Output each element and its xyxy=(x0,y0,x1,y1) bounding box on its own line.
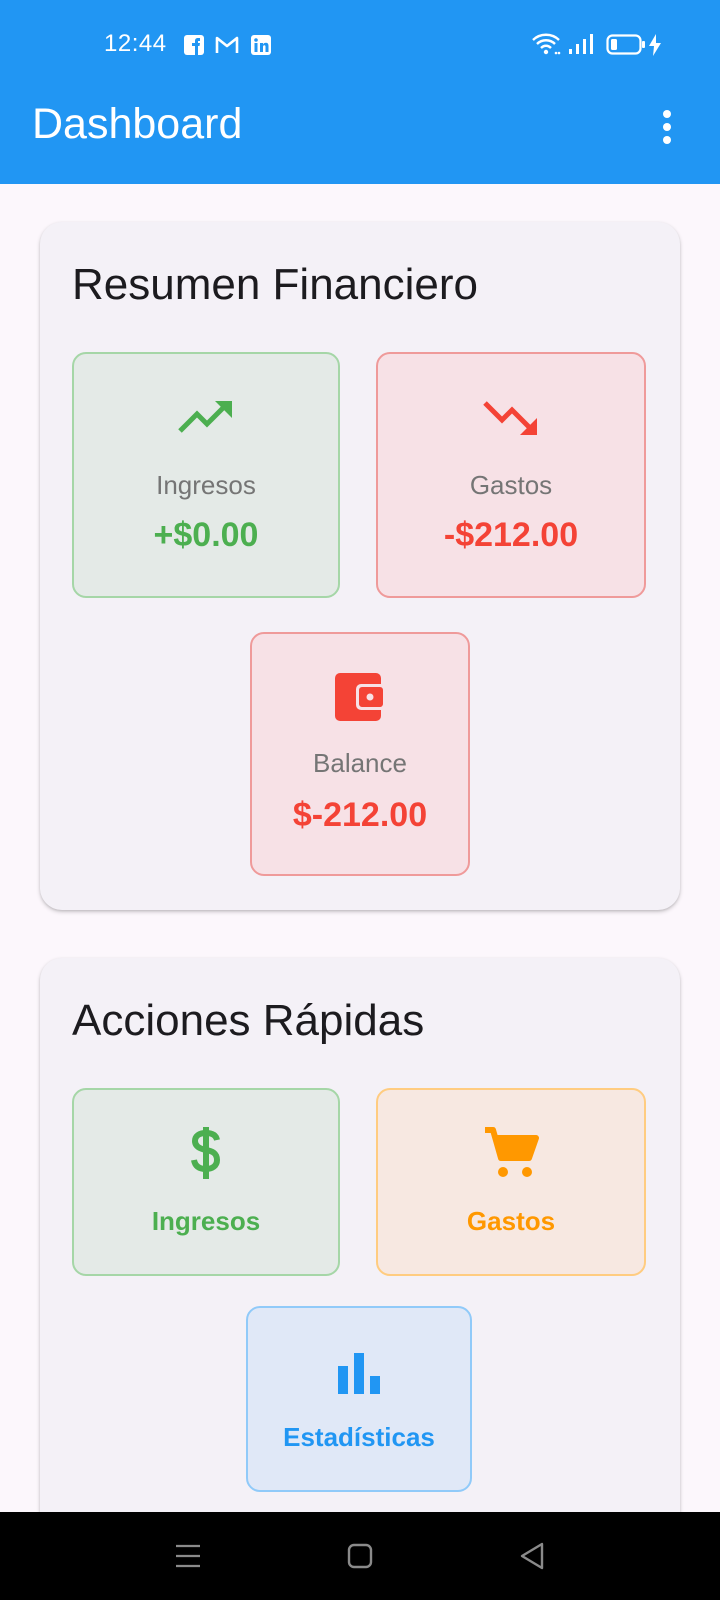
wallet-icon xyxy=(335,673,386,721)
balance-value: $-212.00 xyxy=(292,796,428,834)
signal-icon xyxy=(569,34,593,54)
expenses-value: -$212.00 xyxy=(443,516,579,554)
gmail-icon xyxy=(215,36,239,53)
wifi-icon xyxy=(532,33,561,55)
summary-title: Resumen Financiero xyxy=(72,260,478,309)
add-income-button[interactable]: Ingresos xyxy=(72,1088,340,1276)
expenses-summary-tile: Gastos -$212.00 xyxy=(376,352,646,598)
top-bar: 12:44 Dashboard xyxy=(0,0,720,184)
back-icon[interactable] xyxy=(512,1536,552,1576)
facebook-icon xyxy=(184,35,204,55)
income-label: Ingresos xyxy=(156,470,256,500)
bar-chart-icon xyxy=(338,1353,380,1394)
trending-down-icon xyxy=(483,401,537,435)
income-value: +$0.00 xyxy=(153,516,259,554)
balance-label: Balance xyxy=(313,748,407,778)
system-nav-bar xyxy=(0,1512,720,1600)
linkedin-icon xyxy=(251,35,271,55)
statistics-button[interactable]: Estadísticas xyxy=(246,1306,472,1492)
balance-summary-tile: Balance $-212.00 xyxy=(250,632,470,876)
statistics-label: Estadísticas xyxy=(283,1422,435,1452)
add-expense-button[interactable]: Gastos xyxy=(376,1088,646,1276)
summary-card: Resumen Financiero Ingresos +$0.00 Gasto… xyxy=(40,222,680,910)
screen: 12:44 Dashboard Resumen Financiero Ingre… xyxy=(0,0,720,1600)
menu-icon[interactable] xyxy=(168,1536,208,1576)
income-summary-tile: Ingresos +$0.00 xyxy=(72,352,340,598)
more-vert-icon[interactable] xyxy=(655,110,679,146)
page-title: Dashboard xyxy=(32,100,243,148)
quick-actions-title: Acciones Rápidas xyxy=(72,996,425,1045)
battery-icon xyxy=(606,34,645,55)
expenses-label: Gastos xyxy=(469,470,553,500)
cart-icon xyxy=(485,1127,539,1177)
status-bar: 12:44 xyxy=(0,0,720,90)
trending-up-icon xyxy=(178,401,232,433)
status-time: 12:44 xyxy=(104,30,167,57)
add-income-label: Ingresos xyxy=(151,1206,261,1236)
home-icon[interactable] xyxy=(340,1536,380,1576)
charging-icon xyxy=(649,34,661,56)
dollar-icon xyxy=(191,1127,221,1179)
quick-actions-card: Acciones Rápidas Ingresos Gastos Estadís… xyxy=(40,958,680,1558)
add-expense-label: Gastos xyxy=(466,1206,556,1236)
